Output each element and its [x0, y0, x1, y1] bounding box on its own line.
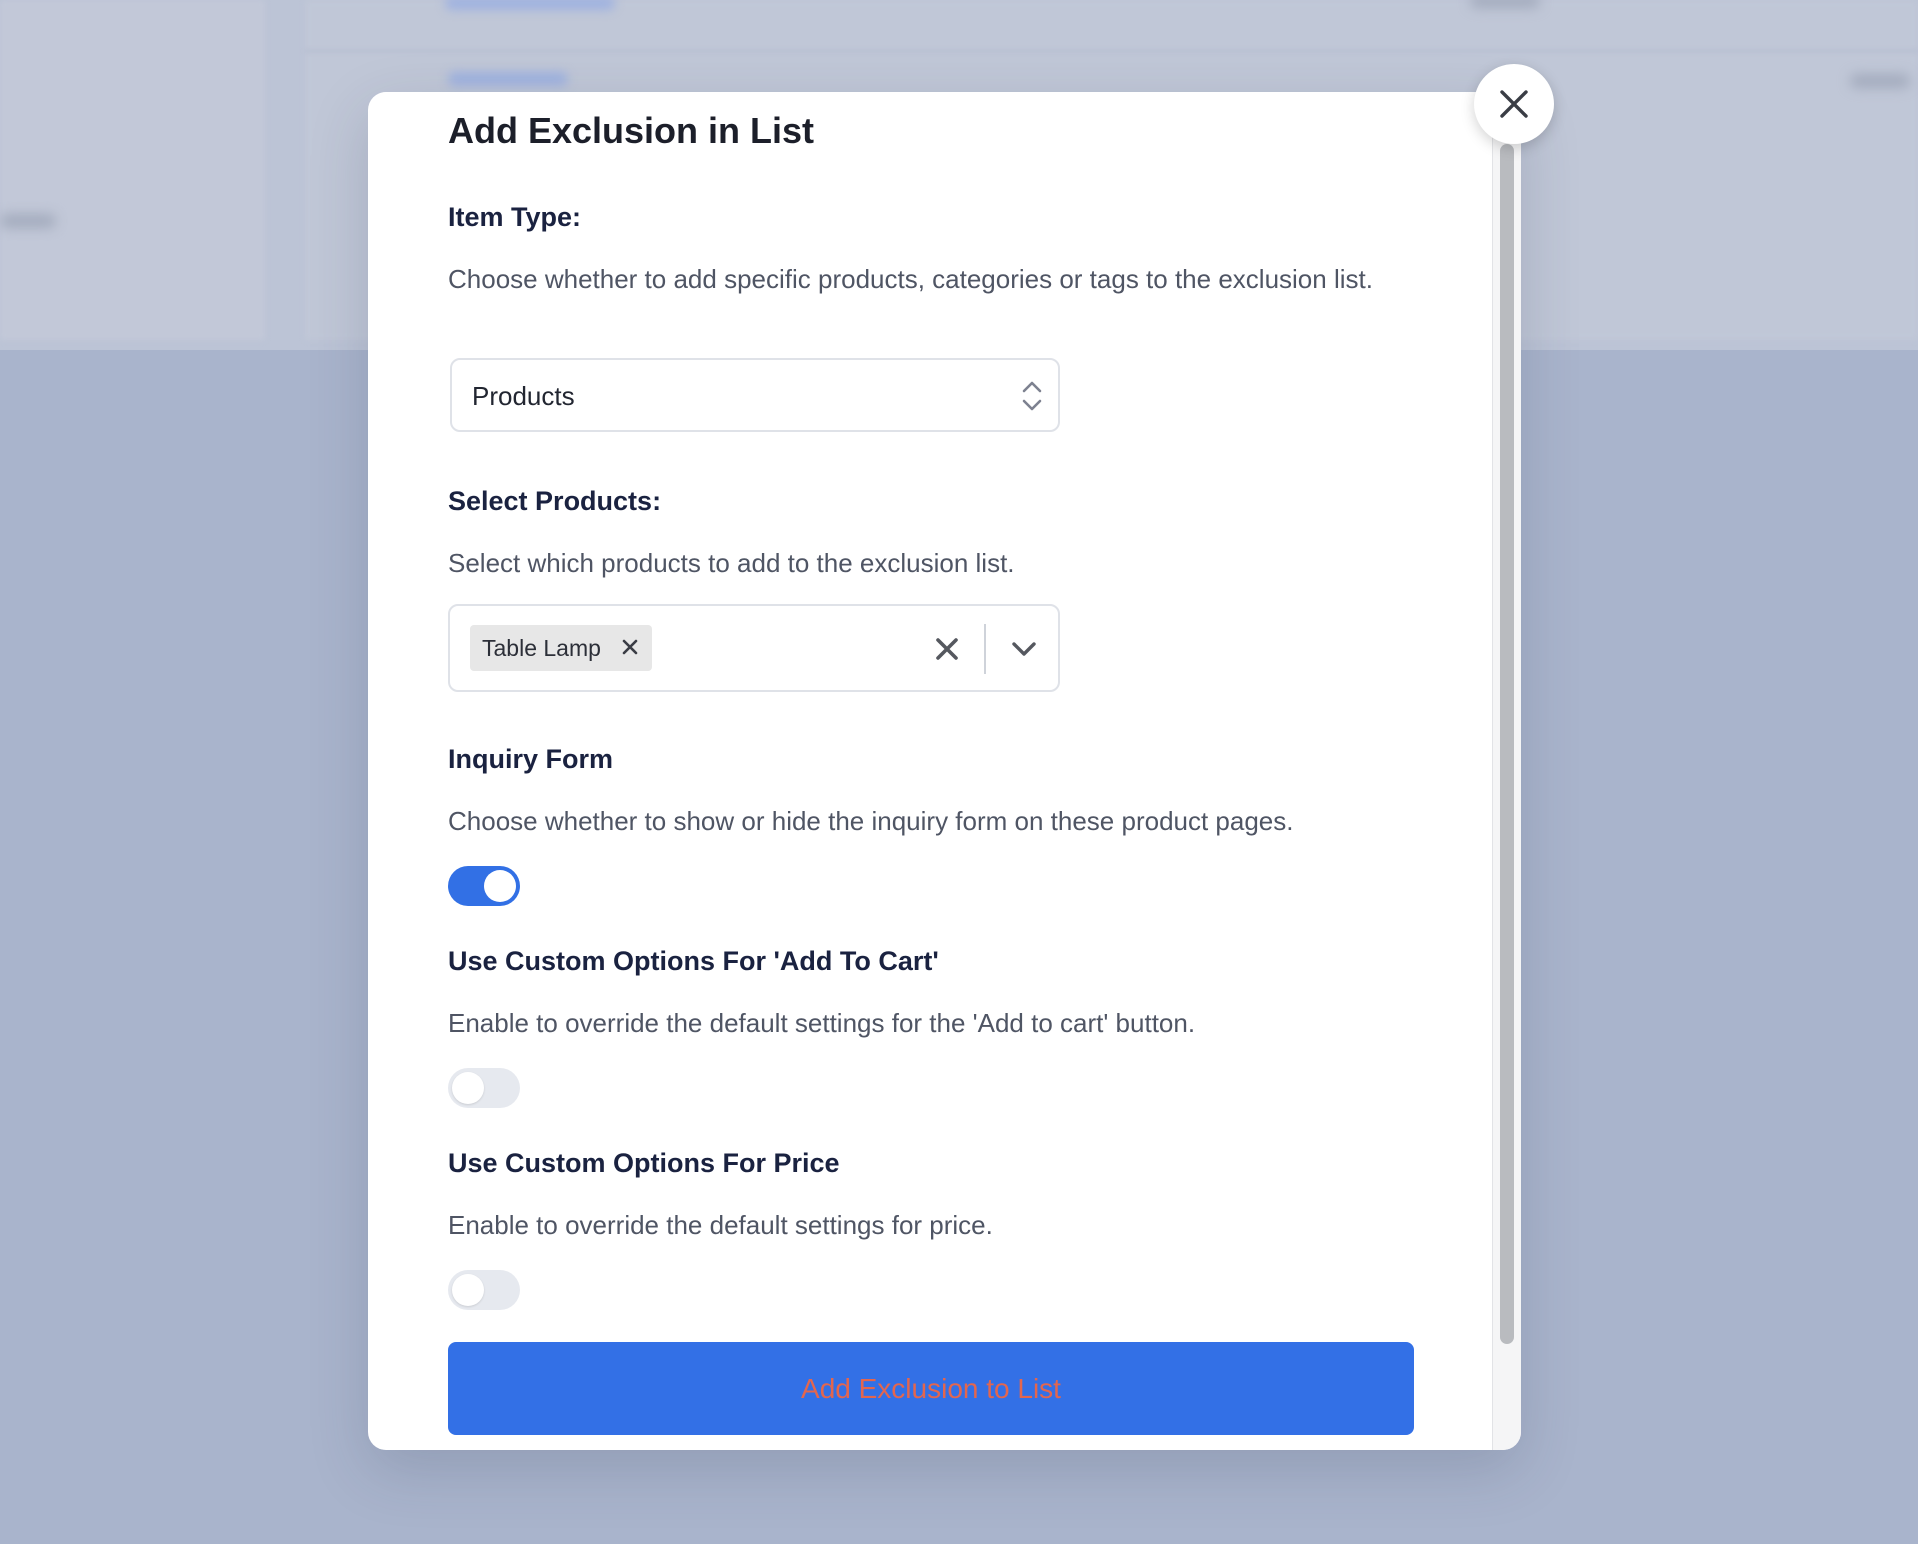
custom-add-to-cart-label: Use Custom Options For 'Add To Cart' [448, 946, 939, 976]
select-products-label: Select Products: [448, 486, 662, 516]
toggle-knob [452, 1274, 484, 1306]
close-modal-button[interactable] [1474, 64, 1554, 144]
background-row-text [0, 214, 56, 228]
add-exclusion-button-label: Add Exclusion to List [801, 1372, 1061, 1404]
modal-title: Add Exclusion in List [448, 110, 815, 151]
scrollbar-thumb[interactable] [1500, 144, 1514, 1344]
chip-remove-icon[interactable] [618, 635, 642, 659]
product-chip-label: Table Lamp [482, 635, 601, 661]
add-exclusion-modal: Add Exclusion in List Item Type: Choose … [368, 92, 1521, 1450]
toggle-knob [452, 1072, 484, 1104]
inquiry-form-toggle[interactable] [448, 866, 520, 906]
products-multiselect[interactable]: Table Lamp [448, 604, 1060, 692]
multiselect-divider [984, 624, 986, 674]
custom-add-to-cart-toggle[interactable] [448, 1068, 520, 1108]
item-type-select[interactable]: Products [450, 358, 1060, 432]
close-icon [1500, 90, 1528, 118]
custom-price-description: Enable to override the default settings … [448, 1210, 993, 1240]
select-updown-icon [1020, 378, 1044, 414]
custom-add-to-cart-description: Enable to override the default settings … [448, 1008, 1196, 1038]
product-chip: Table Lamp [470, 625, 652, 671]
select-products-description: Select which products to add to the excl… [448, 548, 1015, 578]
item-type-selected-value: Products [472, 381, 575, 411]
custom-price-label: Use Custom Options For Price [448, 1148, 840, 1178]
clear-selection-icon[interactable] [934, 636, 960, 662]
background-sidebar [0, 0, 265, 340]
background-row-text [1850, 74, 1910, 88]
background-row-link [448, 72, 568, 86]
toggle-knob [484, 870, 516, 902]
chevron-down-icon[interactable] [1010, 638, 1038, 660]
inquiry-form-label: Inquiry Form [448, 744, 614, 774]
custom-price-toggle[interactable] [448, 1270, 520, 1310]
background-row-text [1470, 0, 1540, 8]
background-divider [305, 50, 1918, 52]
item-type-label: Item Type: [448, 202, 582, 232]
modal-scrollbar[interactable] [1492, 92, 1521, 1450]
inquiry-form-description: Choose whether to show or hide the inqui… [448, 806, 1294, 836]
item-type-description: Choose whether to add specific products,… [448, 264, 1373, 294]
background-row-link [445, 0, 615, 10]
add-exclusion-button[interactable]: Add Exclusion to List [448, 1342, 1414, 1435]
